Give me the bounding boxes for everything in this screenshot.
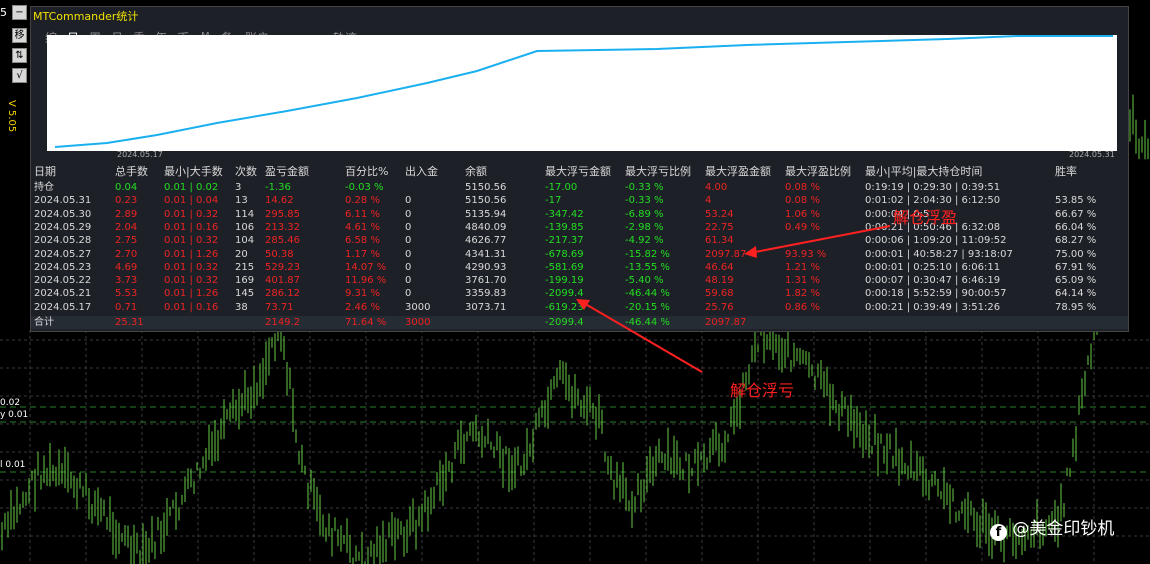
arrow-head [744, 246, 757, 258]
watermark-text: @美金印钞机 [1012, 519, 1115, 539]
arrow-to-max-profit [749, 225, 891, 254]
watermark: f @美金印钞机 [990, 514, 1114, 541]
facebook-icon: f [990, 524, 1007, 541]
arrow-to-max-loss [581, 301, 703, 373]
annotation-arrows [576, 225, 891, 373]
